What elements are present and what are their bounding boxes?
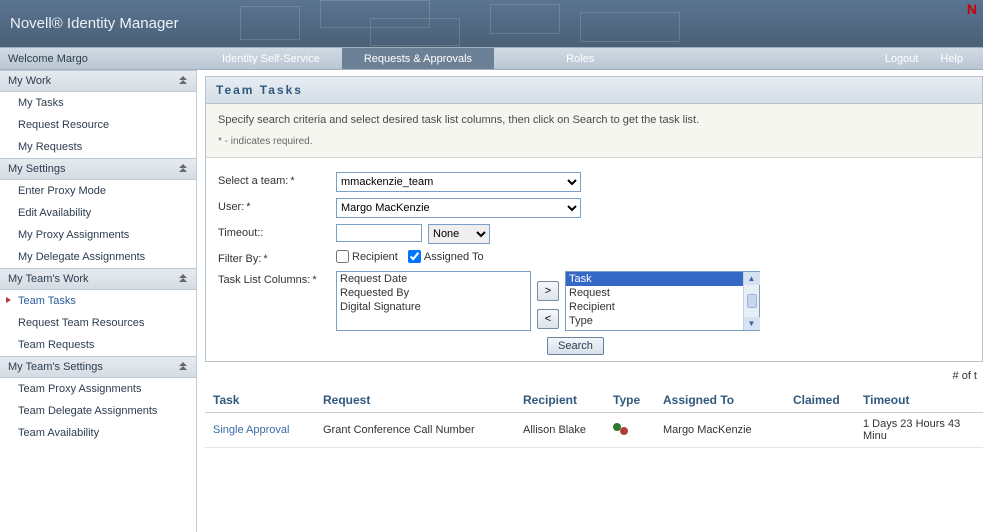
collapse-icon bbox=[178, 362, 188, 372]
welcome-label: Welcome Margo bbox=[0, 48, 200, 69]
user-label: User:* bbox=[218, 198, 336, 213]
scrollbar[interactable]: ▲ ▼ bbox=[743, 272, 759, 330]
list-item[interactable]: Requested By bbox=[337, 286, 530, 300]
sidebar-group-title: My Team's Settings bbox=[8, 361, 103, 373]
app-title: Novell® Identity Manager bbox=[10, 15, 179, 32]
mover-buttons: > < bbox=[537, 281, 559, 329]
cell-request: Grant Conference Call Number bbox=[315, 413, 515, 448]
filter-by-label: Filter By:* bbox=[218, 250, 336, 265]
navbar: Welcome Margo Identity Self-Service Requ… bbox=[0, 47, 983, 70]
scroll-thumb[interactable] bbox=[747, 294, 757, 308]
table-row: Single Approval Grant Conference Call Nu… bbox=[205, 413, 983, 448]
col-recipient[interactable]: Recipient bbox=[515, 388, 605, 413]
collapse-icon bbox=[178, 164, 188, 174]
sidebar-item-enter-proxy-mode[interactable]: Enter Proxy Mode bbox=[0, 180, 196, 202]
task-list-columns-label: Task List Columns:* bbox=[218, 271, 336, 286]
panel-title: Team Tasks bbox=[206, 77, 982, 104]
results-count-label: # of t bbox=[205, 362, 983, 386]
results-table: Task Request Recipient Type Assigned To … bbox=[205, 388, 983, 448]
move-left-button[interactable]: < bbox=[537, 309, 559, 329]
list-item[interactable]: Digital Signature bbox=[337, 300, 530, 314]
tab-roles[interactable]: Roles bbox=[544, 48, 616, 69]
sidebar-group-title: My Team's Work bbox=[8, 273, 89, 285]
sidebar-group-title: My Settings bbox=[8, 163, 65, 175]
col-type[interactable]: Type bbox=[605, 388, 655, 413]
timeout-input[interactable] bbox=[336, 224, 422, 242]
sidebar: My Work My Tasks Request Resource My Req… bbox=[0, 70, 197, 532]
team-tasks-panel: Team Tasks Specify search criteria and s… bbox=[205, 76, 983, 362]
list-item[interactable]: Request Date bbox=[337, 272, 530, 286]
selected-columns-listbox[interactable]: Task Request Recipient Type ▲ ▼ bbox=[565, 271, 760, 331]
move-right-button[interactable]: > bbox=[537, 281, 559, 301]
sidebar-group-my-teams-settings[interactable]: My Team's Settings bbox=[0, 356, 196, 378]
list-item[interactable]: Request bbox=[566, 286, 759, 300]
logout-link[interactable]: Logout bbox=[885, 53, 919, 65]
required-note: * - indicates required. bbox=[218, 136, 970, 147]
search-form: Select a team:* mmackenzie_team User:* M… bbox=[206, 158, 982, 361]
scroll-down-icon[interactable]: ▼ bbox=[744, 317, 760, 330]
main-layout: My Work My Tasks Request Resource My Req… bbox=[0, 70, 983, 532]
list-item[interactable]: Recipient bbox=[566, 300, 759, 314]
timeout-unit-dropdown[interactable]: None bbox=[428, 224, 490, 244]
cell-claimed bbox=[785, 413, 855, 448]
task-link[interactable]: Single Approval bbox=[213, 424, 289, 436]
sidebar-item-team-availability[interactable]: Team Availability bbox=[0, 422, 196, 444]
banner: Novell® Identity Manager N bbox=[0, 0, 983, 47]
filter-assigned-label: Assigned To bbox=[424, 251, 484, 263]
select-team-dropdown[interactable]: mmackenzie_team bbox=[336, 172, 581, 192]
tab-requests-approvals[interactable]: Requests & Approvals bbox=[342, 48, 494, 69]
sidebar-item-team-proxy-assignments[interactable]: Team Proxy Assignments bbox=[0, 378, 196, 400]
cell-timeout: 1 Days 23 Hours 43 Minu bbox=[855, 413, 983, 448]
sidebar-item-request-team-resources[interactable]: Request Team Resources bbox=[0, 312, 196, 334]
timeout-label: Timeout:: bbox=[218, 224, 336, 239]
sidebar-group-my-teams-work[interactable]: My Team's Work bbox=[0, 268, 196, 290]
scroll-up-icon[interactable]: ▲ bbox=[744, 272, 760, 285]
collapse-icon bbox=[178, 76, 188, 86]
list-item[interactable]: Task bbox=[566, 272, 759, 286]
type-icon bbox=[613, 423, 629, 435]
col-assigned-to[interactable]: Assigned To bbox=[655, 388, 785, 413]
col-request[interactable]: Request bbox=[315, 388, 515, 413]
available-columns-listbox[interactable]: Request Date Requested By Digital Signat… bbox=[336, 271, 531, 331]
help-link[interactable]: Help bbox=[940, 53, 963, 65]
sidebar-group-my-settings[interactable]: My Settings bbox=[0, 158, 196, 180]
cell-type bbox=[605, 413, 655, 448]
nav-right: Logout Help bbox=[885, 48, 983, 69]
cell-assigned-to: Margo MacKenzie bbox=[655, 413, 785, 448]
sidebar-group-my-work[interactable]: My Work bbox=[0, 70, 196, 92]
list-item[interactable]: Type bbox=[566, 314, 759, 328]
col-timeout[interactable]: Timeout bbox=[855, 388, 983, 413]
search-button[interactable]: Search bbox=[547, 337, 604, 355]
user-dropdown[interactable]: Margo MacKenzie bbox=[336, 198, 581, 218]
sidebar-item-edit-availability[interactable]: Edit Availability bbox=[0, 202, 196, 224]
select-team-label: Select a team:* bbox=[218, 172, 336, 187]
sidebar-item-team-requests[interactable]: Team Requests bbox=[0, 334, 196, 356]
sidebar-item-my-requests[interactable]: My Requests bbox=[0, 136, 196, 158]
collapse-icon bbox=[178, 274, 188, 284]
corner-logo: N bbox=[967, 1, 977, 17]
filter-recipient-input[interactable] bbox=[336, 250, 349, 263]
sidebar-group-title: My Work bbox=[8, 75, 51, 87]
filter-assigned-to-checkbox[interactable]: Assigned To bbox=[408, 250, 484, 263]
sidebar-item-team-delegate-assignments[interactable]: Team Delegate Assignments bbox=[0, 400, 196, 422]
intro-text: Specify search criteria and select desir… bbox=[218, 114, 970, 126]
sidebar-item-request-resource[interactable]: Request Resource bbox=[0, 114, 196, 136]
filter-recipient-checkbox[interactable]: Recipient bbox=[336, 250, 398, 263]
filter-assigned-input[interactable] bbox=[408, 250, 421, 263]
sidebar-item-my-delegate-assignments[interactable]: My Delegate Assignments bbox=[0, 246, 196, 268]
sidebar-item-my-proxy-assignments[interactable]: My Proxy Assignments bbox=[0, 224, 196, 246]
tab-identity-self-service[interactable]: Identity Self-Service bbox=[200, 48, 342, 69]
filter-recipient-label: Recipient bbox=[352, 251, 398, 263]
panel-intro-body: Specify search criteria and select desir… bbox=[206, 104, 982, 158]
col-claimed[interactable]: Claimed bbox=[785, 388, 855, 413]
banner-decoration bbox=[230, 0, 983, 47]
col-task[interactable]: Task bbox=[205, 388, 315, 413]
sidebar-item-team-tasks[interactable]: Team Tasks bbox=[0, 290, 196, 312]
content-area: Team Tasks Specify search criteria and s… bbox=[197, 70, 983, 532]
sidebar-item-my-tasks[interactable]: My Tasks bbox=[0, 92, 196, 114]
cell-recipient: Allison Blake bbox=[515, 413, 605, 448]
nav-tabs: Identity Self-Service Requests & Approva… bbox=[200, 48, 885, 69]
